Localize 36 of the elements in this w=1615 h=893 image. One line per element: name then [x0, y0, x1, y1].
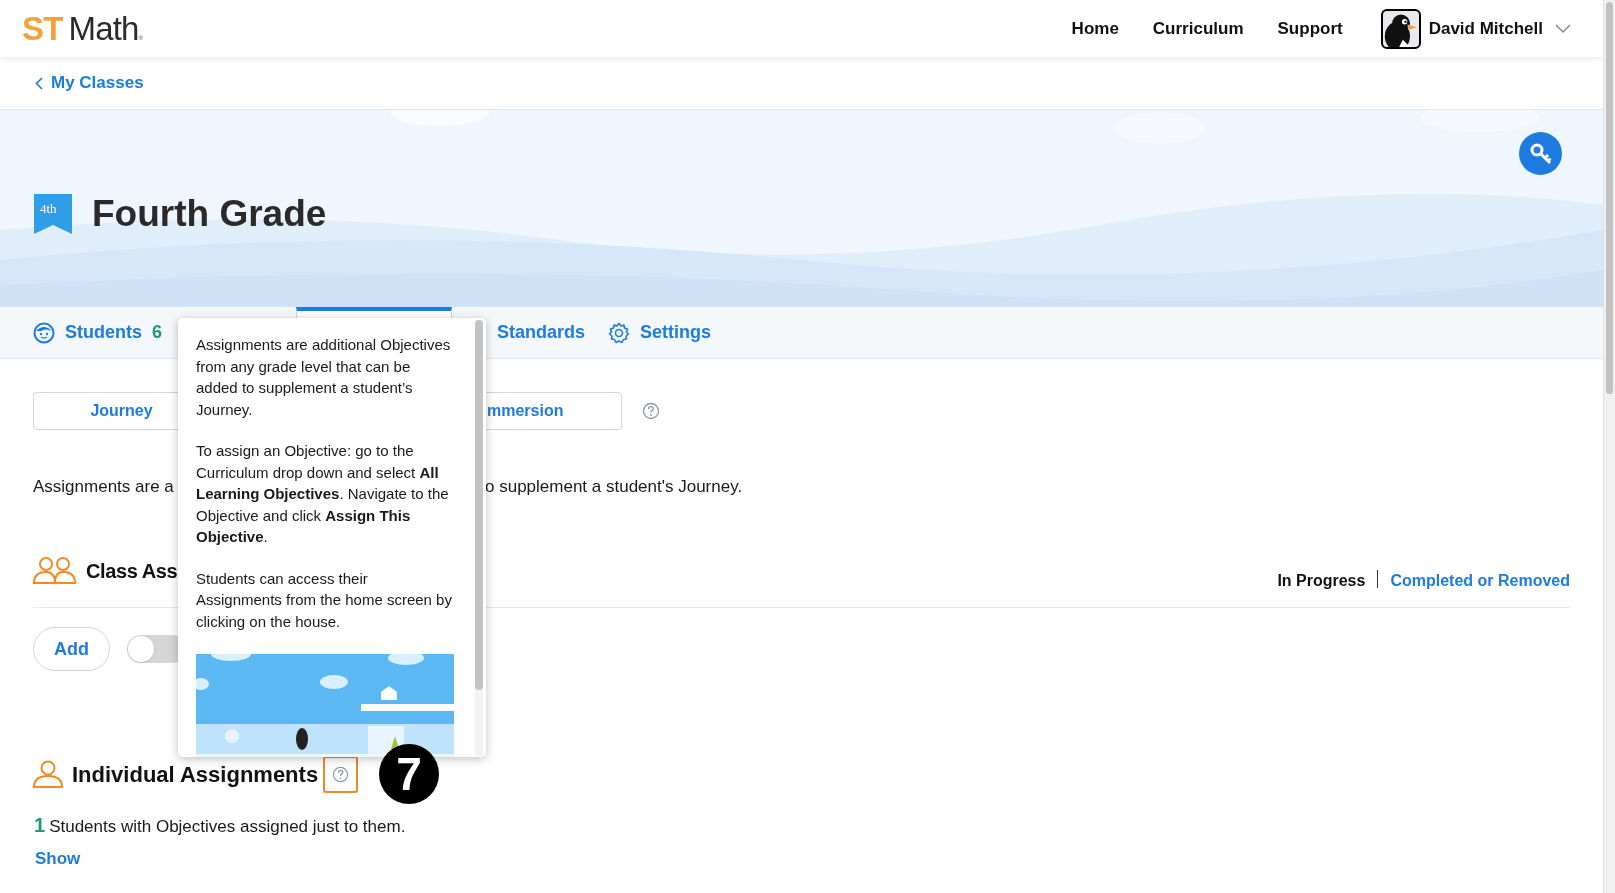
description-text: Assignments are a: [32, 476, 175, 498]
ribbon-shape: [34, 193, 72, 234]
assigned-count: 1: [34, 813, 46, 838]
help-icon[interactable]: [642, 402, 660, 420]
help-icon: [332, 765, 350, 783]
key-icon: [1528, 141, 1553, 166]
nav-link[interactable]: Home: [1071, 15, 1119, 42]
face-icon: [33, 321, 55, 344]
back-link[interactable]: My Classes: [35, 70, 144, 96]
nav-link[interactable]: Curriculum: [1152, 15, 1244, 42]
step-badge: 7: [379, 744, 440, 804]
group-icon: [33, 556, 76, 584]
help-paragraph: Students can access their Assignments from the home screen by clicking on the house.: [196, 568, 452, 632]
penguin-avatar[interactable]: [1380, 8, 1421, 49]
chevron-left-icon: [35, 76, 43, 90]
description-text: o supplement a student's Journey.: [485, 476, 743, 498]
help-paragraph: To assign an Objective: go to the Curriculum drop down and select All Learning Objectives. Navigate to the Objective and click Assign This Objective.: [196, 441, 450, 547]
popover-scrollbar[interactable]: [475, 320, 483, 756]
filter-link[interactable]: Completed or Removed: [1390, 569, 1570, 593]
logo-product: Math: [68, 8, 139, 49]
section-title: Class Ass: [86, 559, 178, 584]
show-link[interactable]: Show: [35, 846, 81, 872]
class-title: Fourth Grade: [92, 192, 327, 236]
settings-icon: [608, 321, 630, 344]
nav-link[interactable]: Support: [1277, 15, 1343, 42]
person-icon: [33, 760, 63, 788]
section-title: Individual Assignments: [72, 760, 319, 789]
tab[interactable]: Settings: [608, 307, 758, 358]
logo-brand: ST: [22, 8, 63, 49]
count-label: Students with Objectives assigned just to them.: [49, 816, 406, 838]
student-count: 6: [152, 321, 163, 344]
filter-link[interactable]: In Progress: [1277, 569, 1366, 593]
user-name[interactable]: David Mitchell: [1428, 15, 1543, 42]
grade-label: 4th: [40, 201, 57, 216]
chevron-down-icon[interactable]: [1555, 23, 1571, 34]
scrollbar[interactable]: [1603, 0, 1615, 893]
